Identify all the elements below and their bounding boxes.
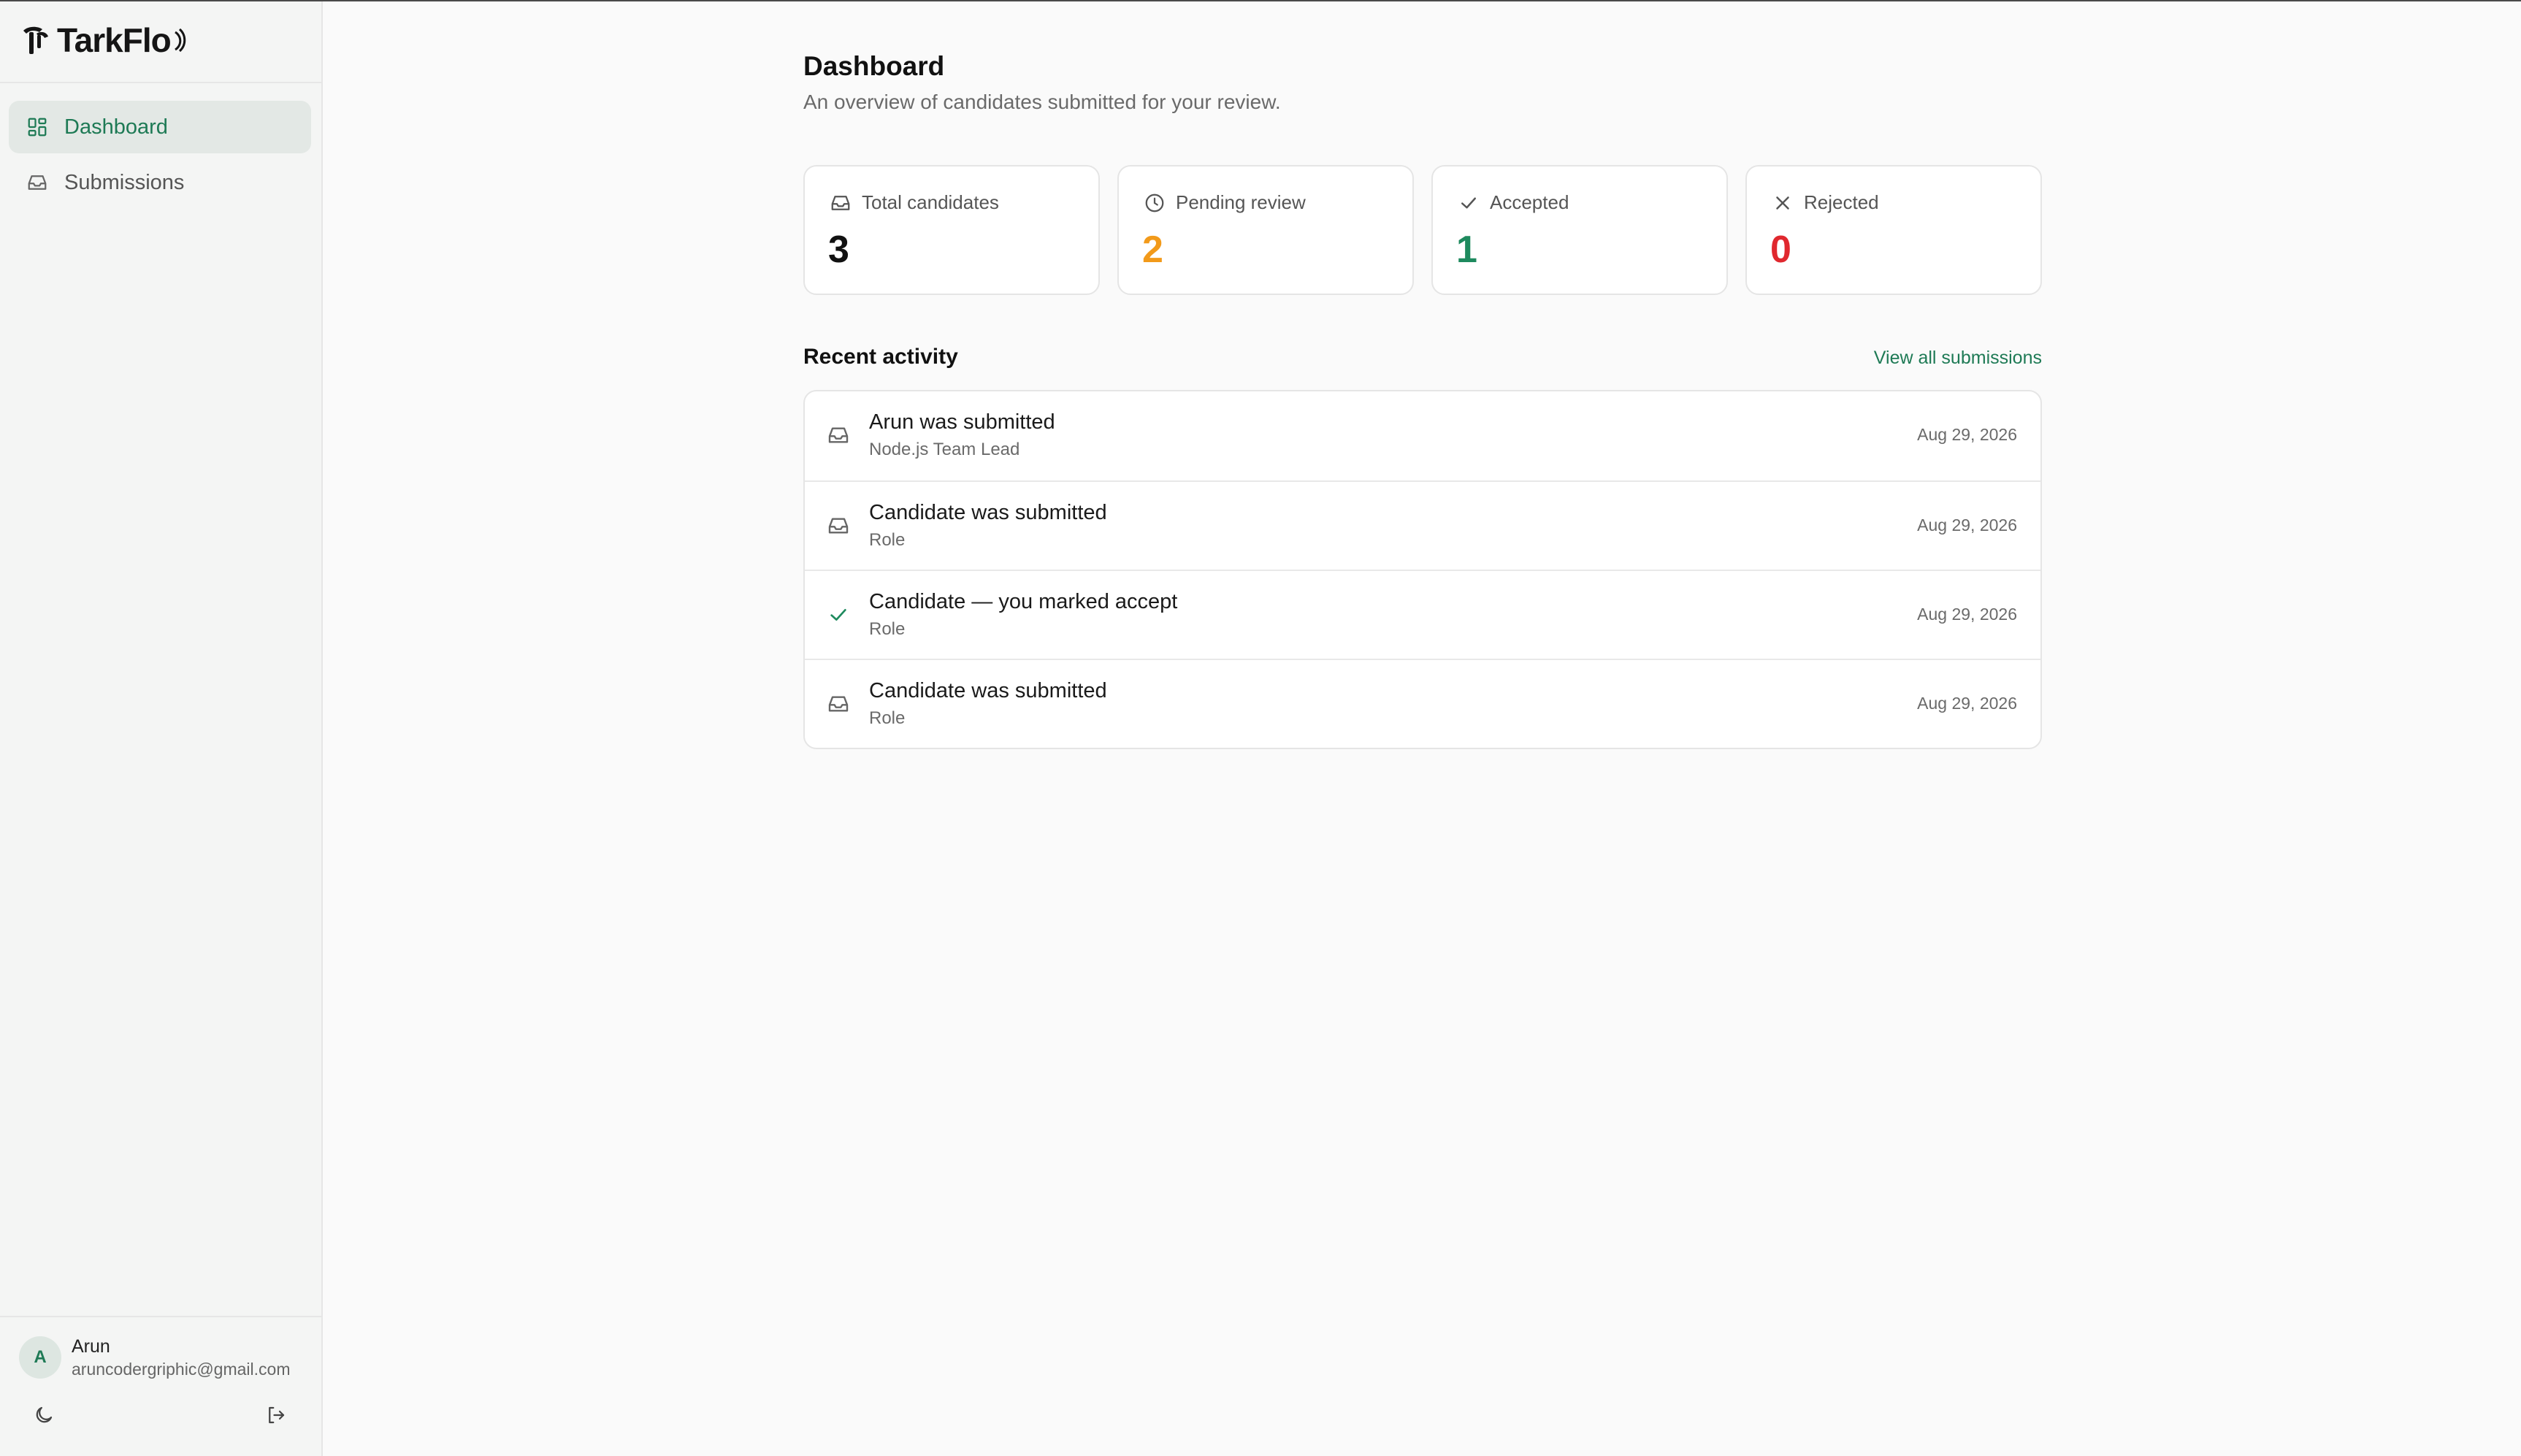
- stat-label-text: Rejected: [1804, 191, 1879, 213]
- sidebar: TarkFlo Dashboard Submissions A Arun aru…: [0, 1, 323, 1456]
- top-border: [0, 0, 2521, 1]
- activity-row[interactable]: Arun was submitted Node.js Team Lead Aug…: [805, 391, 2040, 480]
- activity-list: Arun was submitted Node.js Team Lead Aug…: [803, 390, 2042, 749]
- activity-row[interactable]: Candidate — you marked accept Role Aug 2…: [805, 570, 2040, 659]
- moon-icon: [36, 1406, 53, 1423]
- activity-date: Aug 29, 2026: [1917, 425, 2017, 444]
- activity-title: Candidate was submitted: [869, 501, 1107, 524]
- logout-icon: [269, 1406, 285, 1424]
- user-email: aruncodergriphic@gmail.com: [72, 1360, 291, 1379]
- inbox-icon: [827, 424, 850, 447]
- inbox-icon: [28, 175, 47, 190]
- activity-title: Candidate was submitted: [869, 679, 1107, 702]
- clock-icon: [1145, 194, 1164, 212]
- x-icon: [1776, 196, 1789, 210]
- check-icon: [827, 603, 850, 627]
- stat-card-accepted: Accepted 1: [1431, 165, 1728, 295]
- stat-label-text: Accepted: [1490, 191, 1569, 213]
- activity-subtitle: Node.js Team Lead: [869, 440, 1020, 459]
- stat-card-total: Total candidates 3: [803, 165, 1100, 295]
- inbox-icon: [831, 195, 850, 210]
- sidebar-item-label: Submissions: [64, 170, 185, 194]
- stat-card-rejected: Rejected 0: [1745, 165, 2042, 295]
- stat-label-text: Total candidates: [862, 191, 999, 213]
- view-all-submissions-link[interactable]: View all submissions: [1874, 348, 2042, 369]
- activity-date: Aug 29, 2026: [1917, 694, 2017, 713]
- sidebar-footer-divider: [0, 1316, 321, 1317]
- activity-subtitle: Role: [869, 619, 906, 639]
- theme-toggle-button[interactable]: [26, 1398, 61, 1433]
- brand-logo[interactable]: TarkFlo: [19, 18, 191, 63]
- recent-activity-heading: Recent activity: [803, 345, 958, 369]
- activity-title: Candidate — you marked accept: [869, 590, 1178, 613]
- sidebar-divider: [0, 82, 321, 83]
- avatar[interactable]: A: [19, 1336, 61, 1379]
- stat-value: 0: [1770, 229, 1791, 271]
- stat-label-text: Pending review: [1176, 191, 1306, 213]
- user-name: Arun: [72, 1336, 110, 1357]
- tarkflo-logo-icon: [23, 26, 48, 54]
- activity-row[interactable]: Candidate was submitted Role Aug 29, 202…: [805, 480, 2040, 570]
- stat-label: Rejected: [1772, 191, 1879, 214]
- sidebar-item-dashboard[interactable]: Dashboard: [9, 101, 311, 153]
- inbox-icon: [827, 692, 850, 716]
- activity-title: Arun was submitted: [869, 410, 1055, 434]
- stat-value: 2: [1142, 229, 1163, 271]
- page-subtitle: An overview of candidates submitted for …: [803, 91, 1281, 113]
- sidebar-item-submissions[interactable]: Submissions: [9, 156, 311, 209]
- check-icon: [1461, 197, 1476, 208]
- activity-row[interactable]: Candidate was submitted Role Aug 29, 202…: [805, 659, 2040, 748]
- stat-card-pending: Pending review 2: [1117, 165, 1414, 295]
- logout-button[interactable]: [259, 1398, 294, 1433]
- activity-date: Aug 29, 2026: [1917, 516, 2017, 534]
- inbox-icon: [827, 514, 850, 537]
- stat-value: 1: [1456, 229, 1477, 271]
- stat-label: Total candidates: [830, 191, 999, 214]
- activity-date: Aug 29, 2026: [1917, 605, 2017, 624]
- brand-name: TarkFlo: [57, 21, 172, 59]
- page-title: Dashboard: [803, 51, 945, 81]
- stat-label: Accepted: [1458, 191, 1569, 214]
- activity-subtitle: Role: [869, 708, 906, 728]
- sidebar-item-label: Dashboard: [64, 115, 168, 139]
- stat-label: Pending review: [1144, 191, 1306, 214]
- activity-subtitle: Role: [869, 530, 906, 550]
- stat-value: 3: [828, 229, 849, 271]
- signal-arc-icon: [174, 28, 186, 53]
- dashboard-grid-icon: [28, 118, 47, 137]
